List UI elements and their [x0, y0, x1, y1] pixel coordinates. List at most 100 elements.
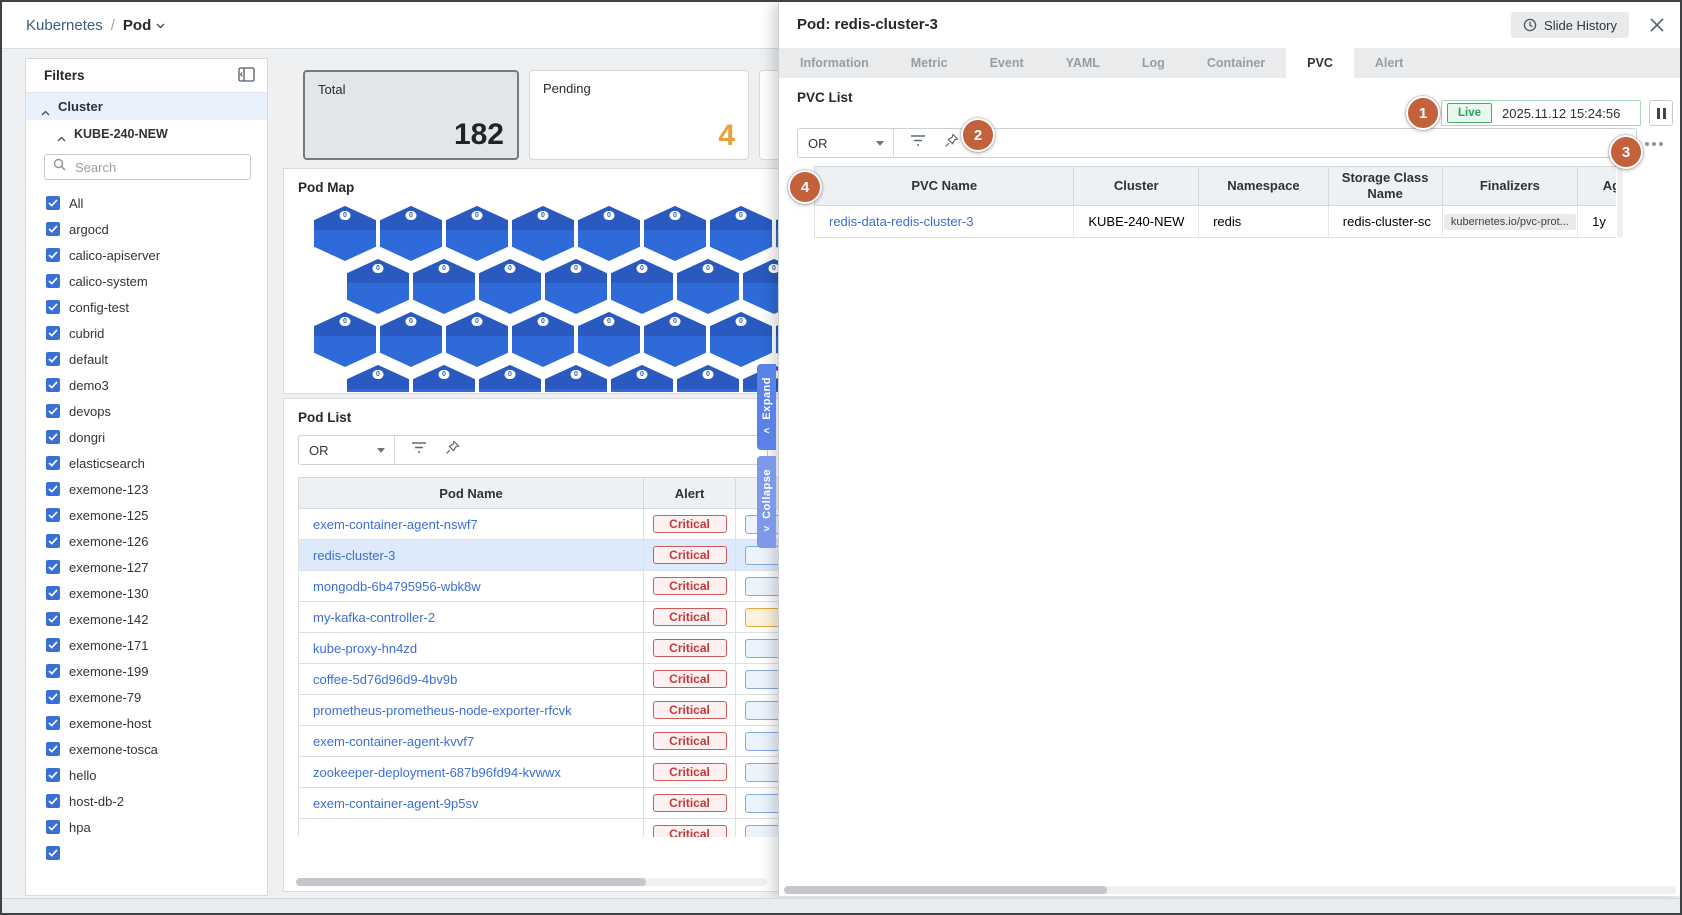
table-row[interactable]: kube-proxy-hn4zd Critical [298, 633, 779, 664]
pod-name-link[interactable]: kube-proxy-hn4zd [299, 641, 417, 656]
checkbox-checked-icon[interactable] [46, 300, 60, 314]
pod-hexagon[interactable]: 0 [644, 206, 706, 261]
namespace-checkbox-row[interactable]: exemone-tosca [46, 736, 267, 762]
pin-icon[interactable] [944, 133, 959, 153]
namespace-checkbox-row[interactable]: exemone-171 [46, 632, 267, 658]
pod-name-link[interactable]: exem-container-agent-nswf7 [299, 517, 478, 532]
column-header-age[interactable]: Age [1578, 167, 1616, 205]
namespace-checkbox-row[interactable]: elasticsearch [46, 450, 267, 476]
checkbox-checked-icon[interactable] [46, 794, 60, 808]
namespace-checkbox-row[interactable]: exemone-125 [46, 502, 267, 528]
search-input[interactable] [73, 158, 242, 176]
pod-list-horizontal-scrollbar[interactable] [296, 878, 767, 886]
slide-history-button[interactable]: Slide History [1511, 12, 1629, 38]
pod-name-link[interactable]: redis-cluster-3 [299, 548, 395, 563]
namespace-checkbox-row[interactable]: host-db-2 [46, 788, 267, 814]
pod-hexagon[interactable]: 0 [611, 259, 673, 314]
filter-icon[interactable] [910, 134, 926, 152]
scrollbar-thumb[interactable] [784, 886, 1107, 894]
checkbox-checked-icon[interactable] [46, 274, 60, 288]
operator-select[interactable]: OR [299, 436, 395, 464]
tree-node-cluster-name[interactable]: KUBE-240-NEW [26, 120, 267, 147]
checkbox-checked-icon[interactable] [46, 768, 60, 782]
table-row[interactable]: exem-container-agent-kvvf7 Critical [298, 726, 779, 757]
namespace-checkbox-row[interactable]: exemone-123 [46, 476, 267, 502]
tab-container[interactable]: Container [1186, 48, 1286, 78]
namespace-checkbox-row[interactable]: exemone-127 [46, 554, 267, 580]
namespace-checkbox-row[interactable]: exemone-126 [46, 528, 267, 554]
checkbox-checked-icon[interactable] [46, 430, 60, 444]
pin-icon[interactable] [445, 440, 460, 460]
pod-hexagon[interactable]: 0 [743, 259, 779, 314]
pod-hexagon[interactable]: 0 [380, 312, 442, 367]
table-row[interactable]: Critical [298, 819, 779, 837]
table-row[interactable]: prometheus-prometheus-node-exporter-rfcv… [298, 695, 779, 726]
checkbox-checked-icon[interactable] [46, 638, 60, 652]
column-header-pod-name[interactable]: Pod Name [299, 478, 644, 508]
pod-hexagon[interactable]: 0 [677, 259, 739, 314]
summary-card-pending[interactable]: Pending 4 [529, 70, 749, 160]
pod-hexagon[interactable]: 0 [512, 206, 574, 261]
pod-hexagon[interactable]: 0 [578, 312, 640, 367]
checkbox-checked-icon[interactable] [46, 378, 60, 392]
pod-hexagon[interactable]: 0 [512, 312, 574, 367]
chevron-up-icon[interactable] [41, 104, 50, 115]
column-header-namespace[interactable]: Namespace [1199, 167, 1329, 205]
collapse-panel-icon[interactable] [238, 67, 255, 82]
checkbox-checked-icon[interactable] [46, 586, 60, 600]
namespace-checkbox-row[interactable]: hello [46, 762, 267, 788]
namespace-checkbox-row[interactable]: demo3 [46, 372, 267, 398]
table-row[interactable]: coffee-5d76d96d9-4bv9b Critical [298, 664, 779, 695]
checkbox-checked-icon[interactable] [46, 352, 60, 366]
pod-hexagon[interactable]: 0 [710, 312, 772, 367]
pod-hexagon[interactable]: 0 [644, 312, 706, 367]
pod-name-link[interactable]: prometheus-prometheus-node-exporter-rfcv… [299, 703, 572, 718]
namespace-checkbox-row[interactable]: cubrid [46, 320, 267, 346]
namespace-checkbox-row[interactable]: exemone-142 [46, 606, 267, 632]
checkbox-checked-icon[interactable] [46, 690, 60, 704]
checkbox-checked-icon[interactable] [46, 326, 60, 340]
column-header-cluster[interactable]: Cluster [1074, 167, 1200, 205]
table-row[interactable]: redis-cluster-3 Critical [298, 540, 779, 571]
column-header-alert[interactable]: Alert [644, 478, 736, 508]
checkbox-checked-icon[interactable] [46, 534, 60, 548]
chevron-up-icon[interactable] [57, 131, 66, 141]
checkbox-checked-icon[interactable] [46, 664, 60, 678]
pod-hexagon[interactable]: 0 [446, 312, 508, 367]
pod-hexagon[interactable]: 0 [347, 365, 409, 392]
pod-name-link[interactable]: exem-container-agent-9p5sv [299, 796, 478, 811]
tab-metric[interactable]: Metric [890, 48, 969, 78]
namespace-checkbox-row[interactable]: default [46, 346, 267, 372]
checkbox-checked-icon[interactable] [46, 248, 60, 262]
pod-hexagon[interactable]: 0 [314, 312, 376, 367]
namespace-checkbox-row[interactable]: All [46, 190, 267, 216]
checkbox-checked-icon[interactable] [46, 742, 60, 756]
breadcrumb-app[interactable]: Kubernetes [26, 17, 103, 34]
table-row[interactable]: exem-container-agent-nswf7 Critical [298, 509, 779, 540]
tab-yaml[interactable]: YAML [1045, 48, 1121, 78]
namespace-checkbox-row[interactable]: exemone-79 [46, 684, 267, 710]
operator-select[interactable]: OR [798, 129, 894, 157]
pod-name-link[interactable]: coffee-5d76d96d9-4bv9b [299, 672, 457, 687]
namespace-checkbox-row[interactable]: config-test [46, 294, 267, 320]
column-header-finalizers[interactable]: Finalizers [1443, 167, 1579, 205]
pod-hexagon[interactable]: 0 [380, 206, 442, 261]
namespace-checkbox-row[interactable] [46, 840, 267, 866]
scrollbar-thumb[interactable] [296, 878, 646, 886]
pod-hexagon[interactable]: 0 [677, 365, 739, 392]
tab-alert[interactable]: Alert [1354, 48, 1424, 78]
namespace-checkbox-row[interactable]: exemone-199 [46, 658, 267, 684]
pod-hexagon[interactable]: 0 [413, 259, 475, 314]
expand-ribbon-button[interactable]: Expand < [757, 364, 776, 450]
namespace-checkbox-row[interactable]: devops [46, 398, 267, 424]
checkbox-checked-icon[interactable] [46, 222, 60, 236]
breadcrumb-page-dropdown[interactable]: Pod [123, 17, 165, 34]
namespace-checkbox-row[interactable]: dongri [46, 424, 267, 450]
pod-hexagon[interactable]: 0 [479, 259, 541, 314]
checkbox-checked-icon[interactable] [46, 716, 60, 730]
pod-hexagon[interactable]: 0 [545, 259, 607, 314]
table-row[interactable]: exem-container-agent-9p5sv Critical [298, 788, 779, 819]
pod-hexagon[interactable]: 0 [545, 365, 607, 392]
pod-name-link[interactable]: my-kafka-controller-2 [299, 610, 435, 625]
pod-hexagon[interactable]: 0 [479, 365, 541, 392]
